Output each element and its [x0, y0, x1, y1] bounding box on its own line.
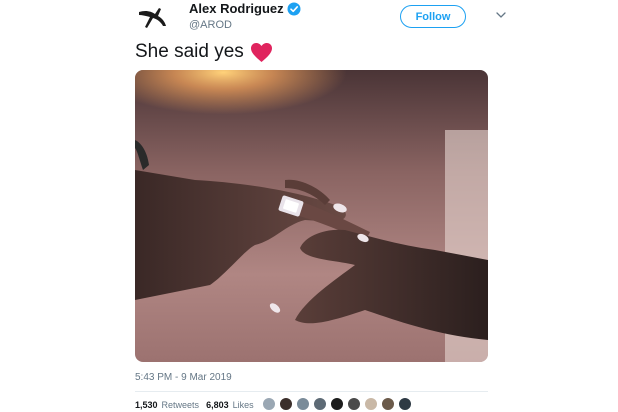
- likes-count[interactable]: 6,803: [206, 400, 229, 410]
- liker-avatar-8[interactable]: [381, 397, 395, 411]
- liker-avatar-1[interactable]: [262, 397, 276, 411]
- liker-avatar-3[interactable]: [296, 397, 310, 411]
- tweet-timestamp[interactable]: 5:43 PM - 9 Mar 2019: [135, 372, 232, 383]
- liker-avatar-9[interactable]: [398, 397, 412, 411]
- divider: [135, 391, 488, 392]
- arod-logo-icon[interactable]: [135, 2, 171, 36]
- liker-avatar-2[interactable]: [279, 397, 293, 411]
- chevron-down-icon[interactable]: [495, 10, 507, 20]
- tweet-photo[interactable]: [135, 70, 488, 362]
- likers-avatars: [262, 397, 412, 411]
- display-name[interactable]: Alex Rodriguez: [189, 1, 284, 16]
- tweet-text: She said yes: [135, 41, 273, 63]
- likes-label[interactable]: Likes: [233, 400, 254, 410]
- tweet-header: Alex Rodriguez @AROD Follow: [135, 0, 507, 38]
- name-row: Alex Rodriguez: [189, 1, 301, 16]
- liker-avatar-5[interactable]: [330, 397, 344, 411]
- liker-avatar-4[interactable]: [313, 397, 327, 411]
- follow-button[interactable]: Follow: [400, 5, 466, 28]
- red-heart-icon: [250, 42, 272, 62]
- retweets-count[interactable]: 1,530: [135, 400, 158, 410]
- tweet-text-content: She said yes: [135, 41, 244, 62]
- user-handle[interactable]: @AROD: [189, 19, 232, 31]
- tweet-card: Alex Rodriguez @AROD Follow She said yes: [115, 0, 507, 412]
- tweet-stats: 1,530 Retweets 6,803 Likes: [135, 400, 257, 410]
- liker-avatar-6[interactable]: [347, 397, 361, 411]
- verified-badge-icon: [287, 2, 301, 15]
- liker-avatar-7[interactable]: [364, 397, 378, 411]
- retweets-label[interactable]: Retweets: [162, 400, 200, 410]
